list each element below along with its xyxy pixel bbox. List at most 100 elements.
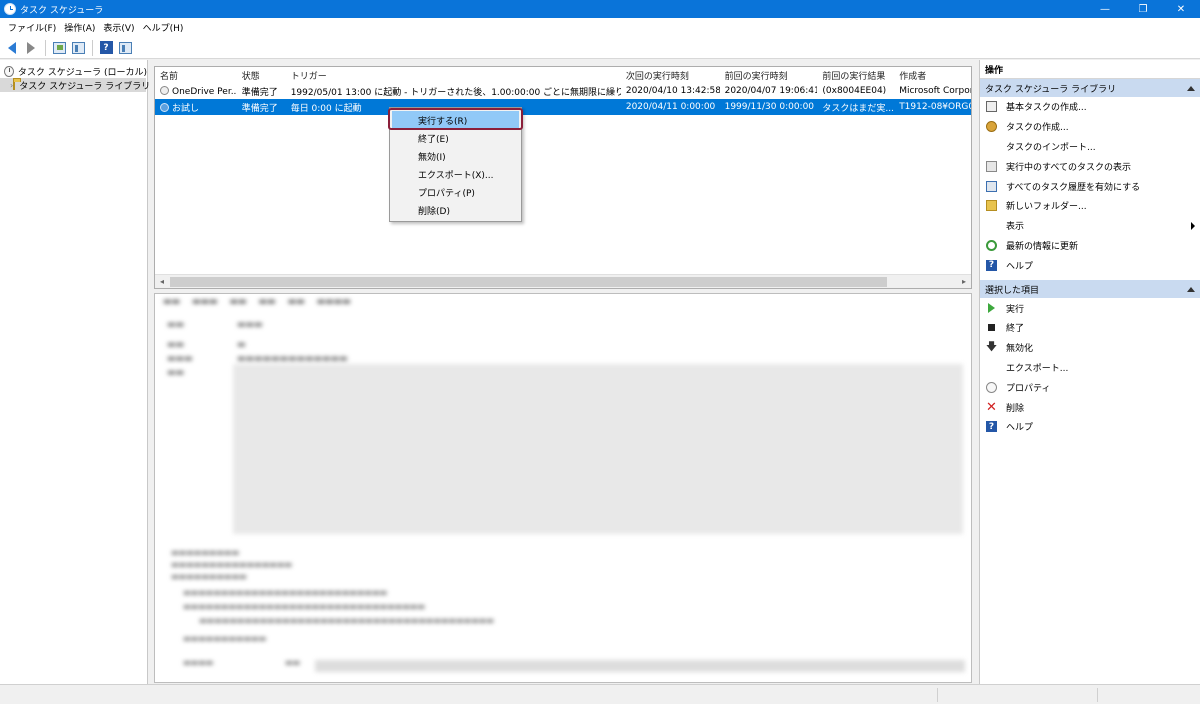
toolbar: ? bbox=[0, 37, 1200, 59]
column-header-next-run[interactable]: 次回の実行時刻 bbox=[621, 69, 720, 82]
collapse-caret-icon[interactable] bbox=[1187, 286, 1195, 292]
action-help-selected[interactable]: ? ヘルプ bbox=[980, 417, 1200, 437]
tree-item-library-label: タスク スケジューラ ライブラリ bbox=[19, 81, 151, 92]
tree-item-root-label: タスク スケジューラ (ローカル) bbox=[17, 67, 147, 78]
menu-help[interactable]: ヘルプ(H) bbox=[139, 21, 188, 34]
action-label: すべてのタスク履歴を有効にする bbox=[1006, 182, 1141, 193]
column-header-name[interactable]: 名前 bbox=[155, 69, 237, 82]
action-new-folder[interactable]: 新しいフォルダー... bbox=[980, 196, 1200, 216]
collapse-caret-icon[interactable] bbox=[1187, 85, 1195, 91]
action-create-basic-task[interactable]: 基本タスクの作成... bbox=[980, 97, 1200, 117]
column-header-state[interactable]: 状態 bbox=[237, 69, 286, 82]
blank-icon bbox=[986, 141, 997, 152]
task-next-run: 2020/04/10 13:42:58 bbox=[625, 86, 720, 96]
console-tree-icon bbox=[71, 41, 85, 54]
action-refresh[interactable]: 最新の情報に更新 bbox=[980, 236, 1200, 256]
up-level-button[interactable] bbox=[50, 39, 68, 57]
task-icon bbox=[160, 102, 169, 112]
close-button[interactable]: ✕ bbox=[1162, 0, 1200, 18]
horizontal-scrollbar[interactable]: ◂ ▸ bbox=[155, 274, 971, 288]
blank-icon bbox=[986, 362, 997, 373]
status-separator bbox=[937, 688, 938, 702]
delete-icon: ✕ bbox=[986, 399, 997, 415]
task-next-run: 2020/04/11 0:00:00 bbox=[625, 102, 716, 112]
action-show-running-tasks[interactable]: 実行中のすべてのタスクの表示 bbox=[980, 156, 1200, 176]
action-label: 新しいフォルダー... bbox=[1006, 202, 1087, 213]
table-row-selected[interactable]: お試し 準備完了 毎日 0:00 に起動 2020/04/11 0:00:00 … bbox=[155, 99, 971, 115]
action-label: 削除 bbox=[1006, 403, 1025, 414]
action-enable-history[interactable]: すべてのタスク履歴を有効にする bbox=[980, 176, 1200, 196]
action-label: エクスポート... bbox=[1006, 363, 1069, 374]
properties-icon bbox=[986, 381, 997, 393]
console-tree: タスク スケジューラ (ローカル) › タスク スケジューラ ライブラリ bbox=[0, 60, 150, 684]
tree-item-library[interactable]: › タスク スケジューラ ライブラリ bbox=[0, 78, 150, 92]
title-bar[interactable]: タスク スケジューラ — ❐ ✕ bbox=[0, 0, 1200, 18]
forward-button[interactable] bbox=[22, 39, 40, 57]
folder-icon bbox=[13, 78, 22, 90]
back-button[interactable] bbox=[3, 39, 21, 57]
context-menu-properties[interactable]: プロパティ(P) bbox=[390, 183, 521, 201]
scroll-right-icon[interactable]: ▸ bbox=[957, 277, 971, 286]
menu-bar: ファイル(F) 操作(A) 表示(V) ヘルプ(H) bbox=[0, 18, 1200, 37]
action-run[interactable]: 実行 bbox=[980, 298, 1200, 318]
maximize-button[interactable]: ❐ bbox=[1124, 0, 1162, 18]
context-menu-disable[interactable]: 無効(I) bbox=[390, 147, 521, 165]
tree-item-root[interactable]: タスク スケジューラ (ローカル) bbox=[0, 64, 147, 78]
menu-view[interactable]: 表示(V) bbox=[99, 21, 138, 34]
status-bar bbox=[0, 684, 1200, 704]
task-list[interactable]: 名前 状態 トリガー 次回の実行時刻 前回の実行時刻 前回の実行結果 作成者 O… bbox=[154, 66, 972, 289]
column-header-trigger[interactable]: トリガー bbox=[286, 69, 621, 82]
column-header-last-result[interactable]: 前回の実行結果 bbox=[817, 69, 894, 82]
menu-action[interactable]: 操作(A) bbox=[60, 21, 99, 34]
context-menu-end[interactable]: 終了(E) bbox=[390, 129, 521, 147]
selected-item-section-header[interactable]: 選択した項目 bbox=[980, 280, 1200, 299]
action-import-task[interactable]: タスクのインポート... bbox=[980, 137, 1200, 157]
column-header-author[interactable]: 作成者 bbox=[894, 69, 971, 82]
action-properties[interactable]: プロパティ bbox=[980, 377, 1200, 397]
action-delete[interactable]: ✕ 削除 bbox=[980, 397, 1200, 417]
action-label: ヘルプ bbox=[1006, 423, 1034, 434]
basic-task-icon bbox=[986, 101, 997, 113]
action-label: 最新の情報に更新 bbox=[1006, 241, 1079, 252]
up-folder-icon bbox=[52, 41, 66, 54]
library-section-header[interactable]: タスク スケジューラ ライブラリ bbox=[980, 79, 1200, 97]
action-disable[interactable]: 🡇 無効化 bbox=[980, 338, 1200, 358]
scroll-left-icon[interactable]: ◂ bbox=[155, 277, 169, 286]
selected-section-label: 選択した項目 bbox=[985, 285, 1040, 296]
action-help[interactable]: ? ヘルプ bbox=[980, 255, 1200, 275]
context-menu: 実行する(R) 終了(E) 無効(I) エクスポート(X)... プロパティ(P… bbox=[389, 107, 522, 222]
action-create-task[interactable]: タスクの作成... bbox=[980, 117, 1200, 137]
minimize-button[interactable]: — bbox=[1086, 0, 1124, 18]
library-section-label: タスク スケジューラ ライブラリ bbox=[985, 84, 1117, 95]
action-label: タスクの作成... bbox=[1006, 123, 1069, 134]
scrollbar-thumb[interactable] bbox=[170, 277, 887, 287]
task-scheduler-app-icon bbox=[4, 3, 16, 15]
task-name: OneDrive Per... bbox=[172, 86, 237, 97]
toolbar-separator bbox=[92, 39, 93, 56]
show-hide-console-tree-button[interactable] bbox=[69, 39, 87, 57]
action-end[interactable]: 終了 bbox=[980, 318, 1200, 338]
task-detail-pane[interactable]: ▬▬ ▬▬▬ ▬▬ ▬▬ ▬▬ ▬▬▬▬ ▬▬ ▬▬▬ ▬▬ ▬ ▬▬▬ ▬▬▬▬▬▬▬▬▬▬▬… bbox=[154, 293, 972, 683]
action-export[interactable]: エクスポート... bbox=[980, 358, 1200, 378]
blank-icon bbox=[986, 220, 997, 231]
disable-icon: 🡇 bbox=[985, 340, 998, 354]
action-label: 実行 bbox=[1006, 304, 1025, 315]
column-header-last-run[interactable]: 前回の実行時刻 bbox=[720, 69, 818, 82]
action-view[interactable]: 表示 bbox=[980, 216, 1200, 236]
table-row[interactable]: OneDrive Per... 準備完了 1992/05/01 13:00 に起… bbox=[155, 83, 971, 99]
show-action-pane-button[interactable] bbox=[116, 39, 134, 57]
help-icon: ? bbox=[986, 421, 997, 433]
actions-pane: 操作 タスク スケジューラ ライブラリ 基本タスクの作成... タスクの作成..… bbox=[979, 60, 1200, 684]
task-list-header: 名前 状態 トリガー 次回の実行時刻 前回の実行時刻 前回の実行結果 作成者 bbox=[155, 67, 971, 83]
context-menu-delete[interactable]: 削除(D) bbox=[390, 201, 521, 219]
forward-arrow-icon bbox=[27, 41, 35, 54]
menu-file[interactable]: ファイル(F) bbox=[4, 21, 60, 34]
status-separator bbox=[1097, 688, 1098, 702]
actions-header: 操作 bbox=[980, 60, 1200, 79]
action-label: 無効化 bbox=[1006, 344, 1034, 355]
task-icon bbox=[160, 85, 169, 95]
context-menu-run[interactable]: 実行する(R) bbox=[392, 111, 519, 129]
help-toolbar-button[interactable]: ? bbox=[97, 39, 115, 57]
folder-icon bbox=[986, 200, 997, 212]
context-menu-export[interactable]: エクスポート(X)... bbox=[390, 165, 521, 183]
